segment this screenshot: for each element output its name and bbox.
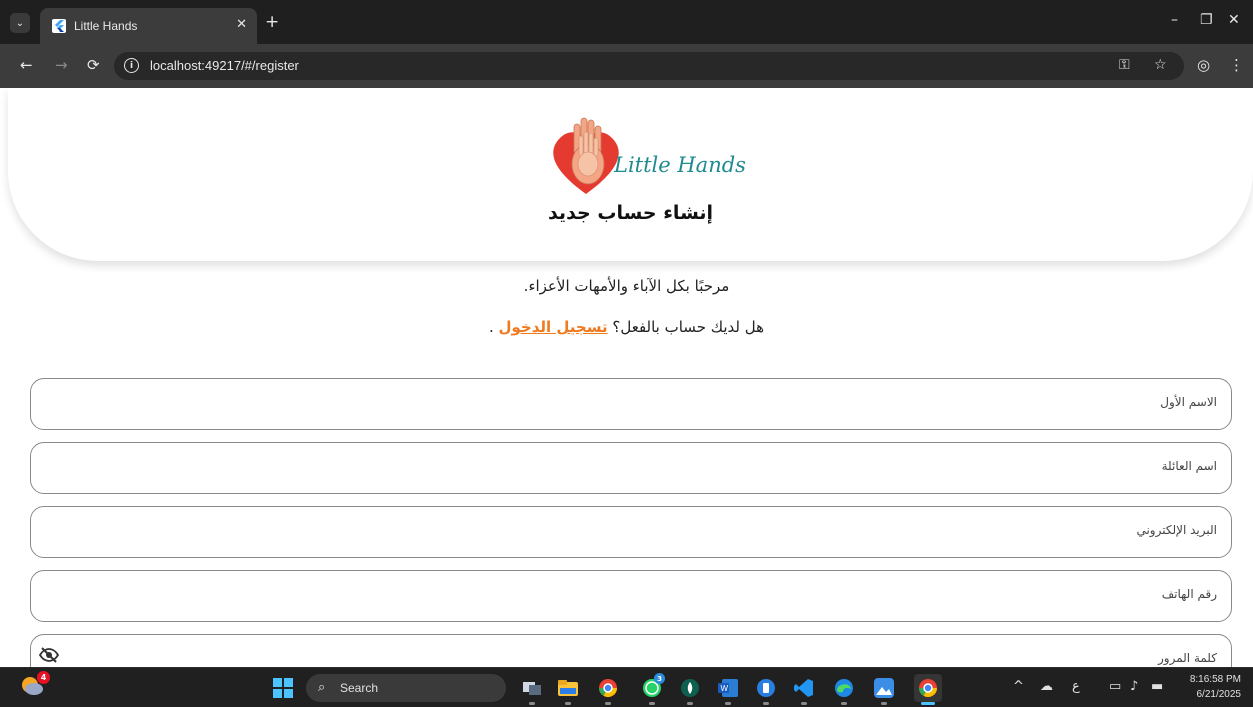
login-suffix: . xyxy=(488,318,499,336)
password-key-icon[interactable]: ⚿ xyxy=(1119,57,1130,73)
app-icon-blue[interactable] xyxy=(752,674,780,705)
show-hidden-icons-icon[interactable]: ^ xyxy=(1013,679,1024,694)
eye-off-icon[interactable] xyxy=(38,647,60,667)
url-text[interactable]: localhost:49217/#/register xyxy=(150,58,299,73)
edge-icon[interactable] xyxy=(830,674,858,705)
page-title: إنشاء حساب جديد xyxy=(547,202,714,224)
volume-icon[interactable]: ♪ xyxy=(1130,679,1138,694)
little-hands-logo: Little Hands xyxy=(548,114,748,198)
word-icon[interactable]: W xyxy=(714,674,742,705)
svg-text:W: W xyxy=(721,684,729,693)
phone-label: رقم الهاتف xyxy=(1161,587,1217,601)
restore-button[interactable]: ❐ xyxy=(1200,12,1213,28)
app-icon-dark[interactable] xyxy=(676,674,704,705)
password-field[interactable]: كلمة المرور xyxy=(30,634,1232,667)
first-name-field[interactable]: الاسم الأول xyxy=(30,378,1232,430)
email-label: البريد الإلكتروني xyxy=(1136,523,1217,537)
file-explorer-icon[interactable] xyxy=(554,674,582,705)
phone-field[interactable]: رقم الهاتف xyxy=(30,570,1232,622)
header-card: Little Hands إنشاء حساب جديد xyxy=(8,88,1253,261)
site-info-icon[interactable]: i xyxy=(124,58,139,73)
close-window-button[interactable]: ✕ xyxy=(1228,12,1240,28)
first-name-label: الاسم الأول xyxy=(1160,395,1217,409)
login-prompt: هل لديك حساب بالفعل؟ xyxy=(612,318,765,336)
browser-tab[interactable]: Little Hands ✕ xyxy=(40,8,257,44)
whatsapp-icon[interactable]: 3 xyxy=(638,673,666,705)
windows-taskbar: 4 ⌕ Search 3 W ^ ☁ ع ▭ ♪ ▬ 8:16:58 PM 6/… xyxy=(0,667,1253,707)
windows-start-icon[interactable] xyxy=(273,678,293,698)
bookmark-star-icon[interactable]: ☆ xyxy=(1154,57,1167,73)
system-clock[interactable]: 8:16:58 PM 6/21/2025 xyxy=(1190,672,1241,702)
welcome-text: مرحبًا بكل الآباء والأمهات الأعزاء. xyxy=(523,277,730,295)
minimize-button[interactable]: – xyxy=(1171,12,1178,28)
last-name-label: اسم العائلة xyxy=(1161,459,1217,473)
login-prompt-line: هل لديك حساب بالفعل؟ تسجيل الدخول . xyxy=(0,318,1253,336)
logo-text: Little Hands xyxy=(613,153,746,177)
email-field[interactable]: البريد الإلكتروني xyxy=(30,506,1232,558)
chrome-icon[interactable] xyxy=(594,674,622,705)
onedrive-icon[interactable]: ☁ xyxy=(1040,679,1053,694)
clock-date: 6/21/2025 xyxy=(1196,689,1242,700)
reload-icon[interactable]: ⟳ xyxy=(87,57,100,73)
chrome-active-icon[interactable] xyxy=(914,674,942,705)
photos-icon[interactable] xyxy=(870,674,898,705)
forward-arrow-icon[interactable]: → xyxy=(55,57,68,73)
profile-icon[interactable]: ◎ xyxy=(1197,56,1210,74)
whatsapp-badge: 3 xyxy=(654,673,665,684)
menu-kebab-icon[interactable]: ⋮ xyxy=(1229,56,1244,74)
new-tab-button[interactable]: + xyxy=(265,14,279,31)
flutter-favicon-icon xyxy=(52,19,66,33)
tab-dropdown-icon[interactable]: ⌄ xyxy=(10,13,30,33)
battery-icon[interactable]: ▬ xyxy=(1151,679,1163,694)
browser-toolbar: ← → ⟳ i localhost:49217/#/register ⚿ ☆ ◎… xyxy=(0,44,1253,88)
network-icon[interactable]: ▭ xyxy=(1109,679,1121,694)
vscode-icon[interactable] xyxy=(790,674,818,705)
register-page: Little Hands إنشاء حساب جديد مرحبًا بكل … xyxy=(0,88,1253,667)
back-arrow-icon[interactable]: ← xyxy=(20,57,33,73)
last-name-field[interactable]: اسم العائلة xyxy=(30,442,1232,494)
tab-close-icon[interactable]: ✕ xyxy=(236,17,247,32)
language-indicator[interactable]: ع xyxy=(1072,679,1080,694)
login-link[interactable]: تسجيل الدخول xyxy=(499,318,608,336)
clock-time: 8:16:58 PM xyxy=(1189,674,1241,685)
taskbar-search[interactable]: ⌕ Search xyxy=(306,674,506,702)
search-label: Search xyxy=(340,681,379,695)
search-icon: ⌕ xyxy=(318,680,326,695)
password-label: كلمة المرور xyxy=(1157,651,1217,665)
tab-title: Little Hands xyxy=(74,19,138,33)
task-view-icon[interactable] xyxy=(518,674,546,705)
address-bar[interactable]: i localhost:49217/#/register ⚿ ☆ xyxy=(114,52,1184,80)
widget-badge: 4 xyxy=(37,671,50,684)
browser-tab-bar: ⌄ Little Hands ✕ + – ❐ ✕ xyxy=(0,0,1253,44)
